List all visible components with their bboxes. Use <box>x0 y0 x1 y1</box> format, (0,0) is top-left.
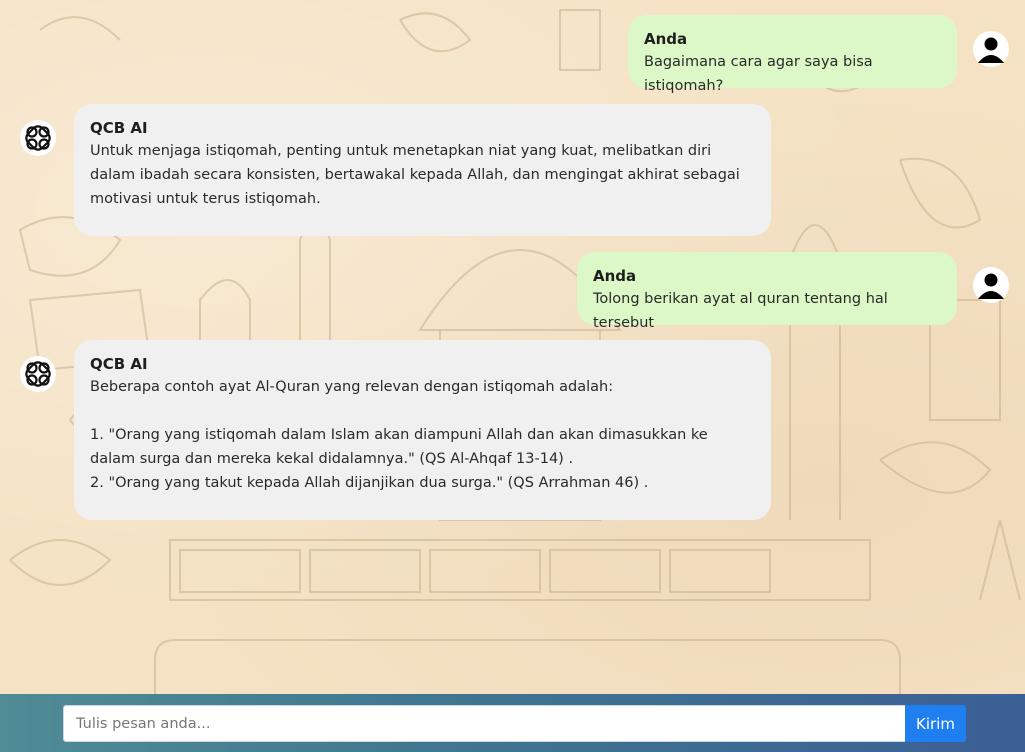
bot-avatar-icon <box>20 120 56 156</box>
message-text: Untuk menjaga istiqomah, penting untuk m… <box>90 143 740 207</box>
message-sender: QCB AI <box>90 119 148 137</box>
message-text: Beberapa contoh ayat Al-Quran yang relev… <box>90 379 708 491</box>
bot-message-bubble: QCB AI Untuk menjaga istiqomah, penting … <box>74 104 771 236</box>
user-message-bubble: Anda Tolong berikan ayat al quran tentan… <box>577 252 957 331</box>
message-sender: Anda <box>644 30 688 48</box>
chat-window: Anda Bagaimana cara agar saya bisa istiq… <box>0 0 1025 694</box>
message-sender: QCB AI <box>90 355 148 373</box>
message-sender: Anda <box>593 267 637 285</box>
send-button[interactable]: Kirim <box>905 705 966 742</box>
message-text: Bagaimana cara agar saya bisa istiqomah? <box>644 54 873 94</box>
user-avatar-icon <box>973 267 1009 303</box>
message-text: Tolong berikan ayat al quran tentang hal… <box>593 291 888 331</box>
user-message-bubble: Anda Bagaimana cara agar saya bisa istiq… <box>628 15 957 94</box>
message-input[interactable] <box>63 705 906 742</box>
composer-bar: Kirim <box>0 694 1025 752</box>
user-avatar-icon <box>973 31 1009 67</box>
bot-message-bubble: QCB AI Beberapa contoh ayat Al-Quran yan… <box>74 340 771 520</box>
bot-avatar-icon <box>20 356 56 392</box>
